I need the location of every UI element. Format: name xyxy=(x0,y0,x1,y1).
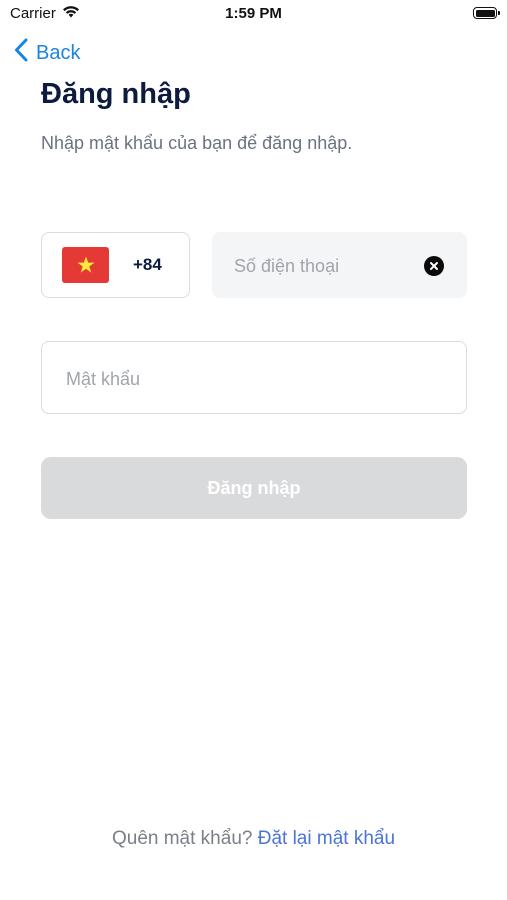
forgot-password-row: Quên mật khẩu? Đặt lại mật khẩu xyxy=(0,828,507,850)
back-button[interactable]: Back xyxy=(14,38,80,68)
reset-password-link[interactable]: Đặt lại mật khẩu xyxy=(258,828,395,849)
clear-icon[interactable] xyxy=(424,256,444,276)
password-field[interactable] xyxy=(41,341,467,414)
vietnam-flag-icon xyxy=(62,247,109,283)
page-subtitle: Nhập mật khẩu của bạn để đăng nhập. xyxy=(41,133,353,153)
forgot-password-question: Quên mật khẩu? xyxy=(111,828,253,849)
chevron-left-icon xyxy=(14,38,28,68)
battery-fill xyxy=(475,9,495,17)
dial-code: +84 xyxy=(133,255,162,274)
country-code-selector[interactable]: +84 xyxy=(41,232,190,298)
status-time: 1:59 PM xyxy=(225,5,282,22)
status-bar: Carrier 1:59 PM xyxy=(0,0,507,28)
phone-input[interactable] xyxy=(232,250,426,282)
battery-icon xyxy=(473,7,500,19)
page-title: Đăng nhập xyxy=(41,78,191,110)
password-input[interactable] xyxy=(64,363,448,395)
login-button[interactable]: Đăng nhập xyxy=(41,457,467,519)
back-label: Back xyxy=(36,41,81,64)
phone-field[interactable] xyxy=(212,232,467,298)
